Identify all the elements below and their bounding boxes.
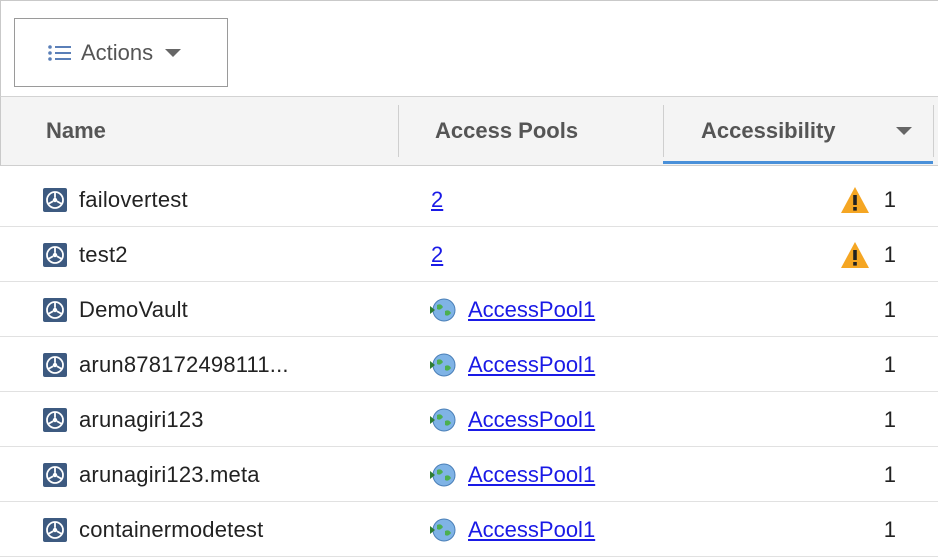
access-pool-link[interactable]: AccessPool1 xyxy=(468,407,595,433)
table-row[interactable]: arun878172498111... AccessPool1 1 xyxy=(0,337,938,392)
column-header-accessibility[interactable]: Accessibility xyxy=(701,97,836,165)
table-row[interactable]: containermodetest AccessPool1 1 xyxy=(0,502,938,557)
access-pools-cell: AccessPool1 xyxy=(428,282,595,337)
vault-name[interactable]: arunagiri123 xyxy=(79,407,204,433)
column-header-name[interactable]: Name xyxy=(46,97,106,165)
sort-dropdown-icon[interactable] xyxy=(896,127,912,135)
accessibility-value: 1 xyxy=(883,351,896,377)
globe-icon xyxy=(430,408,456,431)
vault-icon xyxy=(43,187,67,212)
accessibility-value: 1 xyxy=(883,296,896,322)
vault-name[interactable]: arun878172498111... xyxy=(79,352,289,378)
table-body: failovertest 2 1 test2 2 1 DemoVault AccessPool… xyxy=(0,172,938,557)
name-cell: test2 xyxy=(43,227,128,282)
globe-icon xyxy=(430,353,456,376)
access-pool-count-link[interactable]: 2 xyxy=(431,242,443,268)
column-header-access-pools[interactable]: Access Pools xyxy=(435,97,578,165)
vault-name[interactable]: containermodetest xyxy=(79,517,263,543)
table-row[interactable]: test2 2 1 xyxy=(0,227,938,282)
toolbar: Actions xyxy=(0,0,938,96)
access-pools-cell: AccessPool1 xyxy=(428,447,595,502)
access-pool-link[interactable]: AccessPool1 xyxy=(468,297,595,323)
accessibility-value: 1 xyxy=(883,241,896,267)
accessibility-cell: 1 xyxy=(840,227,896,282)
column-divider[interactable] xyxy=(398,105,399,157)
name-cell: arunagiri123.meta xyxy=(43,447,260,502)
table-row[interactable]: failovertest 2 1 xyxy=(0,172,938,227)
globe-icon xyxy=(430,298,456,321)
vault-name[interactable]: failovertest xyxy=(79,187,188,213)
access-pool-count-link[interactable]: 2 xyxy=(431,187,443,213)
chevron-down-icon xyxy=(165,48,182,57)
vault-icon xyxy=(43,407,67,432)
access-pools-cell: AccessPool1 xyxy=(428,337,595,392)
column-divider[interactable] xyxy=(663,105,664,157)
vault-icon xyxy=(43,297,67,322)
accessibility-cell: 1 xyxy=(884,447,896,502)
vault-icon xyxy=(43,517,67,542)
name-cell: arun878172498111... xyxy=(43,337,289,392)
accessibility-value: 1 xyxy=(883,406,896,432)
name-cell: failovertest xyxy=(43,172,188,227)
accessibility-cell: 1 xyxy=(884,502,896,557)
vault-name[interactable]: DemoVault xyxy=(79,297,188,323)
access-pools-cell: AccessPool1 xyxy=(428,392,595,447)
access-pool-link[interactable]: AccessPool1 xyxy=(468,517,595,543)
accessibility-cell: 1 xyxy=(884,337,896,392)
access-pools-cell: AccessPool1 xyxy=(428,502,595,557)
vault-name[interactable]: test2 xyxy=(79,242,128,268)
table-row[interactable]: arunagiri123 AccessPool1 1 xyxy=(0,392,938,447)
actions-button[interactable]: Actions xyxy=(14,18,228,87)
accessibility-cell: 1 xyxy=(884,392,896,447)
name-cell: containermodetest xyxy=(43,502,263,557)
table-header: Name Access Pools Accessibility xyxy=(0,96,938,166)
vault-icon xyxy=(43,462,67,487)
access-pool-link[interactable]: AccessPool1 xyxy=(468,462,595,488)
table-row[interactable]: DemoVault AccessPool1 1 xyxy=(0,282,938,337)
vault-name[interactable]: arunagiri123.meta xyxy=(79,462,260,488)
access-pools-cell: 2 xyxy=(428,172,443,227)
access-pools-cell: 2 xyxy=(428,227,443,282)
accessibility-value: 1 xyxy=(883,461,896,487)
access-pool-link[interactable]: AccessPool1 xyxy=(468,352,595,378)
sort-indicator xyxy=(663,161,933,164)
globe-icon xyxy=(430,518,456,541)
warning-icon xyxy=(840,186,869,213)
table-row[interactable]: arunagiri123.meta AccessPool1 1 xyxy=(0,447,938,502)
accessibility-value: 1 xyxy=(883,186,896,212)
vault-icon xyxy=(43,242,67,267)
name-cell: arunagiri123 xyxy=(43,392,204,447)
vault-icon xyxy=(43,352,67,377)
accessibility-cell: 1 xyxy=(884,282,896,337)
globe-icon xyxy=(430,463,456,486)
column-divider[interactable] xyxy=(933,105,934,157)
warning-icon xyxy=(840,241,869,268)
accessibility-cell: 1 xyxy=(840,172,896,227)
actions-label: Actions xyxy=(81,39,154,65)
accessibility-value: 1 xyxy=(883,516,896,542)
list-icon xyxy=(48,44,71,61)
name-cell: DemoVault xyxy=(43,282,188,337)
